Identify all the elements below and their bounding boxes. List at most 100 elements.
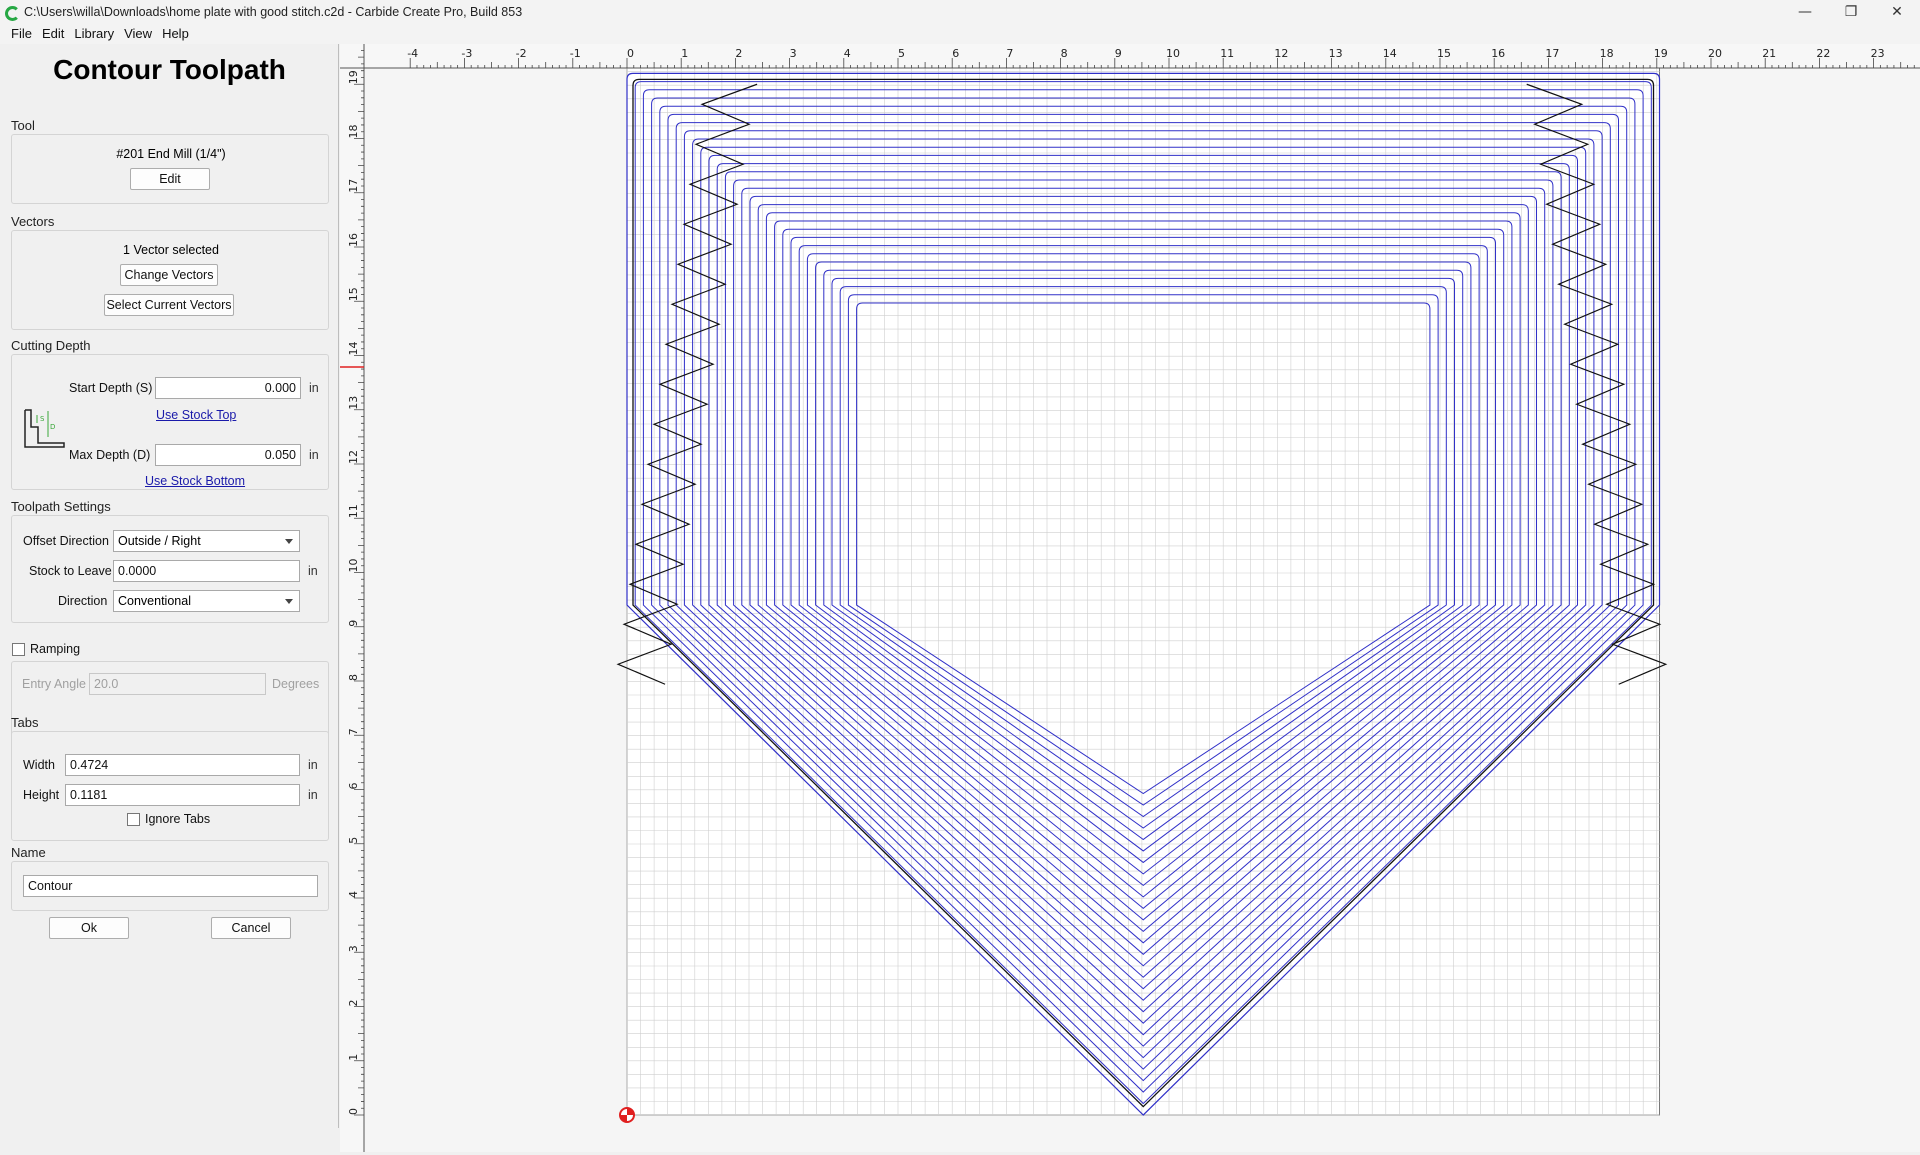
cancel-button[interactable]: Cancel [211, 917, 291, 939]
canvas-drawing: -4 -3 -2 -1 0 1 2 3 4 5 6 7 8 9 10 11 12 13 14 15 16 17 18 19 20… [340, 36, 1920, 1152]
cutting-depth-group: S D Start Depth (S) 0.000 in Use Stock T… [11, 354, 329, 490]
restore-button[interactable]: ❐ [1828, 0, 1874, 23]
max-depth-label: Max Depth (D) [69, 448, 151, 462]
ramping-label: Ramping [30, 642, 81, 656]
carbide-create-app-icon [4, 5, 20, 21]
ruler-y-label: 2 [347, 1000, 360, 1007]
close-button[interactable]: ✕ [1874, 0, 1920, 23]
ruler-x-label: 11 [1220, 47, 1234, 60]
ruler-y-label: 4 [347, 891, 360, 898]
menu-edit[interactable]: Edit [37, 26, 69, 41]
direction-label: Direction [58, 594, 108, 608]
ruler-x-label: 2 [735, 47, 742, 60]
stock-to-leave-unit: in [308, 564, 318, 578]
ruler-y-label: 10 [347, 559, 360, 573]
depth-diagram-icon: S D [24, 409, 65, 448]
ruler-x-label: 5 [898, 47, 905, 60]
panel-title: Contour Toolpath [53, 54, 286, 85]
stock-to-leave-label: Stock to Leave [29, 564, 112, 578]
max-depth-unit: in [309, 448, 319, 462]
menu-view[interactable]: View [119, 26, 157, 41]
cutting-depth-section-label: Cutting Depth [11, 338, 91, 353]
ruler-y-label: 6 [347, 783, 360, 790]
tool-name: #201 End Mill (1/4") [116, 147, 226, 161]
ruler-x-label: 12 [1274, 47, 1288, 60]
ruler-x-label: -1 [570, 47, 581, 60]
stock-to-leave-field[interactable]: 0.0000 [113, 560, 300, 582]
entry-angle-unit: Degrees [272, 677, 320, 691]
change-vectors-button[interactable]: Change Vectors [120, 264, 218, 286]
menu-library[interactable]: Library [69, 26, 119, 41]
start-depth-field[interactable]: 0.000 [155, 377, 301, 399]
vectors-group: 1 Vector selected Change Vectors Select … [11, 230, 329, 330]
ignore-tabs-checkbox[interactable] [127, 813, 140, 826]
ruler-x-label: 14 [1383, 47, 1397, 60]
tool-group: #201 End Mill (1/4") Edit [11, 134, 329, 204]
ignore-tabs-label: Ignore Tabs [145, 812, 211, 826]
design-canvas[interactable]: -4 -3 -2 -1 0 1 2 3 4 5 6 7 8 9 10 11 12 13 14 15 16 17 18 19 20… [340, 36, 1920, 1152]
svg-text:D: D [50, 423, 55, 431]
max-depth-field[interactable]: 0.050 [155, 444, 301, 466]
use-stock-bottom-link[interactable]: Use Stock Bottom [145, 474, 245, 488]
toolpath-settings-section-label: Toolpath Settings [11, 499, 111, 514]
ruler-y-label: 5 [347, 837, 360, 844]
ruler-y-label: 9 [347, 620, 360, 627]
ruler-x-label: 17 [1545, 47, 1559, 60]
title-bar: C:\Users\willa\Downloads\home plate with… [0, 0, 1920, 23]
ruler-y-label: 19 [347, 70, 360, 84]
offset-direction-select[interactable]: Outside / Right [113, 530, 300, 552]
ruler-x-label: 22 [1816, 47, 1830, 60]
tab-height-field[interactable]: 0.1181 [65, 784, 300, 806]
ruler-x-label: 15 [1437, 47, 1451, 60]
ruler-x-label: 10 [1166, 47, 1180, 60]
svg-text:S: S [40, 415, 45, 423]
menu-file[interactable]: File [6, 26, 37, 41]
ruler-y-label: 15 [347, 287, 360, 301]
ruler-x-label: -2 [516, 47, 527, 60]
direction-select[interactable]: Conventional [113, 590, 300, 612]
direction-value: Conventional [118, 594, 191, 608]
status-strip [0, 1128, 340, 1152]
tab-height-label: Height [23, 788, 60, 802]
offset-direction-label: Offset Direction [23, 534, 109, 548]
tabs-section-label: Tabs [11, 715, 39, 730]
select-current-vectors-button[interactable]: Select Current Vectors [104, 294, 234, 316]
ramping-checkbox[interactable] [12, 643, 25, 656]
ruler-x-label: 7 [1006, 47, 1013, 60]
name-section-label: Name [11, 845, 46, 860]
ok-button[interactable]: Ok [49, 917, 129, 939]
tab-width-field[interactable]: 0.4724 [65, 754, 300, 776]
tab-width-unit: in [308, 758, 318, 772]
ruler-y-label: 13 [347, 396, 360, 410]
vectors-section-label: Vectors [11, 214, 55, 229]
ruler-x-label: 20 [1708, 47, 1722, 60]
chevron-down-icon [285, 599, 293, 604]
menu-bar: File Edit Library View Help [0, 23, 1920, 44]
ruler-x-label: 4 [844, 47, 851, 60]
ruler-x-label: 16 [1491, 47, 1505, 60]
ruler-x-label: 19 [1654, 47, 1668, 60]
ruler-x-label: -4 [407, 47, 418, 60]
entry-angle-field[interactable]: 20.0 [89, 673, 266, 695]
window-title: C:\Users\willa\Downloads\home plate with… [24, 4, 523, 19]
tab-width-label: Width [23, 758, 55, 772]
ruler-y-label: 14 [347, 342, 360, 356]
minimize-button[interactable]: — [1782, 0, 1828, 23]
ruler-x-label: 1 [681, 47, 688, 60]
use-stock-top-link[interactable]: Use Stock Top [156, 408, 236, 422]
ruler-y-label: 8 [347, 674, 360, 681]
offset-direction-value: Outside / Right [118, 534, 201, 548]
tab-height-unit: in [308, 788, 318, 802]
name-group: Contour [11, 861, 329, 911]
edit-tool-button[interactable]: Edit [130, 168, 210, 190]
tool-section-label: Tool [11, 118, 35, 133]
menu-help[interactable]: Help [157, 26, 194, 41]
ruler-y-label: 3 [347, 945, 360, 952]
toolpath-settings-group: Offset Direction Outside / Right Stock t… [11, 515, 329, 623]
toolpath-name-field[interactable]: Contour [23, 875, 318, 897]
ruler-y-label: 18 [347, 125, 360, 139]
start-depth-unit: in [309, 381, 319, 395]
tabs-group: Width 0.4724 in Height 0.1181 in Ignore … [11, 731, 329, 841]
contour-toolpath-panel: Contour Toolpath Tool #201 End Mill (1/4… [0, 44, 339, 1128]
window-controls: — ❐ ✕ [1782, 0, 1920, 23]
